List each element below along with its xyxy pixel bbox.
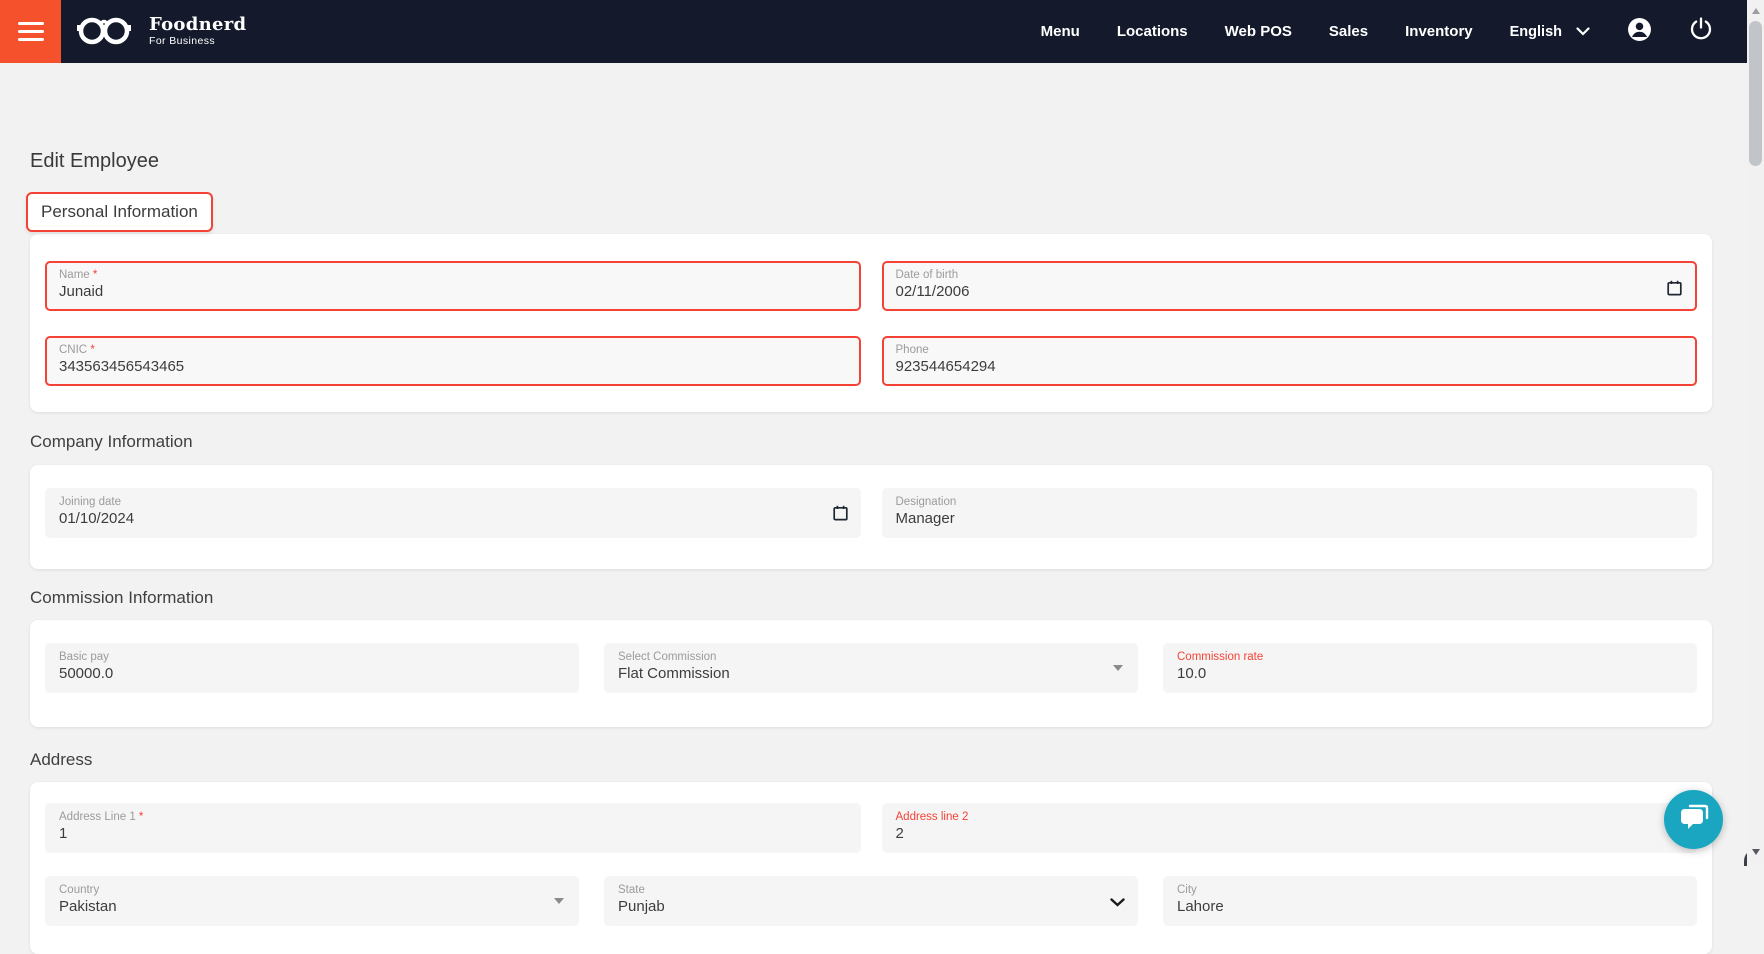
commission-information-card: Basic pay 50000.0 Select Commission Flat… [30, 620, 1712, 727]
name-value: Junaid [59, 283, 104, 301]
name-field[interactable]: Name * Junaid [45, 261, 861, 311]
address-line1-label: Address Line 1 * [59, 811, 144, 823]
cnic-field[interactable]: CNIC * 343563456543465 [45, 336, 861, 386]
phone-label: Phone [895, 344, 929, 356]
select-chevron-icon [1110, 894, 1125, 912]
date-of-birth-value: 02/11/2006 [895, 283, 970, 301]
scroll-up-button[interactable] [1747, 2, 1764, 19]
scroll-down-button[interactable] [1747, 843, 1764, 860]
personal-information-card: Name * Junaid Date of birth 02/11/2006 C… [30, 234, 1712, 412]
brand-logo[interactable]: Foodnerd For Business [77, 9, 246, 54]
joining-date-value: 01/10/2024 [59, 510, 135, 528]
basic-pay-label: Basic pay [59, 651, 109, 663]
nav-link-inventory[interactable]: Inventory [1405, 23, 1473, 40]
address-header: Address [30, 750, 93, 769]
hamburger-icon [17, 22, 44, 41]
nav-link-sales[interactable]: Sales [1329, 23, 1368, 40]
basic-pay-field[interactable]: Basic pay 50000.0 [45, 643, 579, 693]
cnic-value: 343563456543465 [59, 358, 185, 376]
account-button[interactable] [1627, 17, 1652, 47]
select-commission-value: Flat Commission [618, 665, 730, 683]
language-label: English [1509, 23, 1562, 40]
city-value: Lahore [1177, 898, 1224, 916]
commission-rate-value: 10.0 [1177, 665, 1207, 683]
personal-information-badge: Personal Information [26, 192, 213, 232]
designation-label: Designation [895, 496, 957, 508]
company-information-card: Joining date 01/10/2024 Designation Mana… [30, 465, 1712, 569]
commission-information-header: Commission Information [30, 588, 214, 607]
dropdown-arrow-icon [1113, 665, 1123, 671]
required-asterisk: * [92, 269, 98, 281]
select-commission-label: Select Commission [618, 651, 717, 663]
phone-field[interactable]: Phone 923544654294 [881, 336, 1697, 386]
top-navbar: Foodnerd For Business Menu Locations Web… [0, 0, 1747, 63]
state-dropdown[interactable]: State Punjab [604, 876, 1138, 926]
country-value: Pakistan [59, 898, 117, 916]
vertical-scrollbar[interactable] [1747, 0, 1764, 866]
main-content: Edit Employee Personal Information Name … [0, 63, 1747, 954]
logout-button[interactable] [1689, 17, 1713, 46]
scrollbar-thumb[interactable] [1749, 21, 1762, 166]
state-value: Punjab [618, 898, 665, 916]
address-card: Address Line 1 * 1 Address line 2 2 Coun… [30, 782, 1712, 954]
chat-bubble-icon [1678, 802, 1710, 837]
address-line1-value: 1 [59, 825, 68, 843]
chevron-down-icon [1576, 23, 1590, 41]
name-label: Name * [59, 269, 98, 281]
required-asterisk: * [138, 811, 144, 823]
hamburger-menu-button[interactable] [0, 0, 61, 63]
joining-date-label: Joining date [59, 496, 122, 508]
date-of-birth-label: Date of birth [895, 269, 959, 281]
date-of-birth-field[interactable]: Date of birth 02/11/2006 [881, 261, 1697, 311]
power-icon [1689, 17, 1713, 46]
nav-link-webpos[interactable]: Web POS [1225, 23, 1292, 40]
city-field[interactable]: City Lahore [1163, 876, 1697, 926]
city-label: City [1177, 884, 1197, 896]
dropdown-arrow-icon [554, 898, 564, 904]
basic-pay-value: 50000.0 [59, 665, 114, 683]
brand-name: Foodnerd [149, 14, 247, 36]
country-dropdown[interactable]: Country Pakistan [45, 876, 579, 926]
address-line2-field[interactable]: Address line 2 2 [881, 803, 1697, 853]
nav-link-menu[interactable]: Menu [1041, 23, 1080, 40]
required-asterisk: * [90, 344, 95, 356]
nav-link-locations[interactable]: Locations [1117, 23, 1188, 40]
calendar-icon[interactable] [832, 505, 848, 526]
select-commission-dropdown[interactable]: Select Commission Flat Commission [604, 643, 1138, 693]
brand-tagline: For Business [149, 34, 216, 47]
account-icon [1627, 17, 1652, 47]
chat-launcher-button[interactable] [1664, 790, 1723, 849]
calendar-icon[interactable] [1667, 280, 1682, 301]
company-information-header: Company Information [30, 432, 193, 451]
address-line2-label: Address line 2 [895, 811, 969, 823]
page-title: Edit Employee [30, 150, 159, 172]
joining-date-field[interactable]: Joining date 01/10/2024 [45, 488, 861, 538]
commission-rate-label: Commission rate [1177, 651, 1264, 663]
designation-value: Manager [895, 510, 955, 528]
state-label: State [618, 884, 645, 896]
scroll-up-icon [1751, 7, 1760, 14]
scroll-down-icon [1751, 848, 1760, 855]
language-selector[interactable]: English [1510, 23, 1590, 41]
phone-value: 923544654294 [895, 358, 996, 376]
cnic-label: CNIC * [59, 344, 95, 356]
commission-rate-field[interactable]: Commission rate 10.0 [1163, 643, 1697, 693]
country-label: Country [59, 884, 100, 896]
designation-field[interactable]: Designation Manager [881, 488, 1697, 538]
address-line2-value: 2 [895, 825, 904, 843]
glasses-logo-icon [77, 9, 139, 54]
address-line1-field[interactable]: Address Line 1 * 1 [45, 803, 861, 853]
